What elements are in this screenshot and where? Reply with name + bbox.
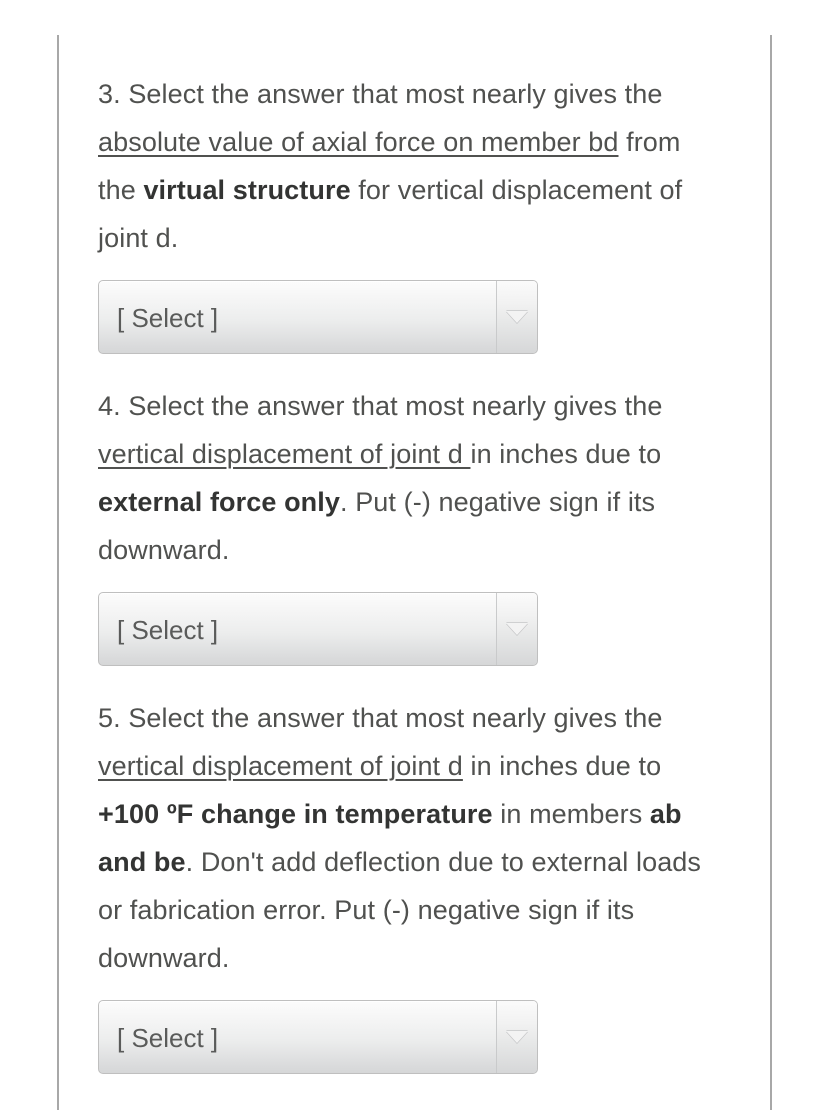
chevron-down-icon — [506, 1031, 528, 1043]
select-q3-arrow-button[interactable] — [496, 281, 537, 353]
q4-seg-3: external force only — [98, 487, 340, 517]
select-q4-arrow-button[interactable] — [496, 593, 537, 665]
q5-seg-4: in members — [492, 799, 650, 829]
q4-seg-1: vertical displacement of joint d — [98, 439, 471, 469]
question-4-text: 4. Select the answer that most nearly gi… — [98, 382, 723, 574]
q5-seg-6: . Don't add deflection due to external l… — [98, 847, 702, 973]
q5-seg-0: 5. Select the answer that most nearly gi… — [98, 703, 663, 733]
q5-seg-2: in inches due to — [462, 751, 662, 781]
q3-seg-0: 3. Select the answer that most nearly gi… — [98, 79, 663, 109]
chevron-down-icon — [506, 623, 528, 635]
select-q3-value: [ Select ] — [117, 303, 219, 333]
select-q4-value: [ Select ] — [117, 615, 219, 645]
question-block-3: 3. Select the answer that most nearly gi… — [98, 70, 738, 354]
q3-seg-1: absolute value of axial force on member … — [98, 127, 619, 157]
chevron-down-icon — [506, 311, 528, 323]
select-q5[interactable]: [ Select ] — [98, 1000, 538, 1074]
question-3-text: 3. Select the answer that most nearly gi… — [98, 70, 723, 262]
right-column-rule — [770, 35, 772, 1110]
q5-seg-1: vertical displacement of joint d — [98, 751, 463, 781]
q5-seg-3: +100 ºF change in temperature — [98, 799, 493, 829]
select-q5-value: [ Select ] — [117, 1023, 219, 1053]
q4-seg-2: in inches due to — [470, 439, 662, 469]
question-5-text: 5. Select the answer that most nearly gi… — [98, 694, 723, 982]
select-q5-arrow-button[interactable] — [496, 1001, 537, 1073]
select-q4[interactable]: [ Select ] — [98, 592, 538, 666]
question-block-4: 4. Select the answer that most nearly gi… — [98, 382, 738, 666]
q4-seg-0: 4. Select the answer that most nearly gi… — [98, 391, 663, 421]
left-column-rule — [57, 35, 59, 1110]
question-block-5: 5. Select the answer that most nearly gi… — [98, 694, 738, 1074]
q3-seg-3: virtual structure — [143, 175, 351, 205]
select-q3[interactable]: [ Select ] — [98, 280, 538, 354]
